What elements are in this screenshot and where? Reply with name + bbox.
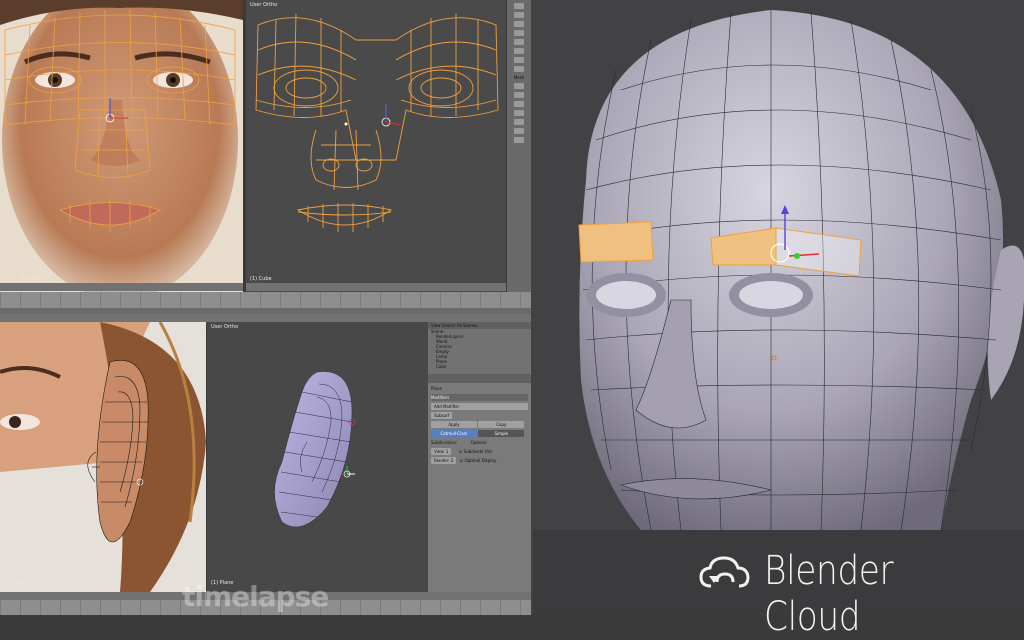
viewport-header-top-middle: ViewSelectObjectObject ModeGlobal: [246, 283, 506, 299]
viewport-header-bottom-left: ViewSelectObjectObject Mode: [0, 592, 206, 608]
subdivisions-label: Subdivisions:: [431, 440, 458, 445]
options-label: Options:: [470, 440, 488, 445]
outliner-scene-select[interactable]: All Scenes: [457, 323, 478, 328]
tool-button[interactable]: [514, 3, 524, 9]
outliner-list: Scene RenderLayers World Camera Empty Lamp Pla…: [428, 329, 531, 369]
modifier-header: Subsurf: [431, 412, 528, 419]
viewport-top-left[interactable]: (1) Cube: [0, 0, 243, 292]
render-level-label: Render:: [434, 458, 450, 463]
branding-title: Blender Cloud: [764, 548, 894, 640]
viewport-bottom-left[interactable]: (1) Plane: [0, 322, 206, 592]
catmull-clark-toggle[interactable]: Catmull-Clark: [431, 430, 477, 437]
ear-reference-image: [0, 322, 206, 592]
render-level-value: 2: [450, 458, 454, 463]
cloud-icon: [699, 556, 750, 588]
modifier-name-field[interactable]: Subsurf: [431, 412, 453, 419]
timeline[interactable]: [0, 292, 531, 308]
tool-button[interactable]: [514, 83, 524, 89]
properties-tabs[interactable]: [428, 374, 531, 383]
bottom-status-bar: [428, 592, 531, 600]
modifier-apply-row: Apply Copy: [431, 421, 528, 428]
copy-button[interactable]: Copy: [478, 421, 525, 428]
settings-labels-row: Subdivisions: Options:: [431, 439, 528, 446]
tool-button[interactable]: [514, 128, 524, 134]
tool-button[interactable]: [514, 137, 524, 143]
viewport-view-label: User Ortho: [211, 324, 239, 330]
tool-button[interactable]: [514, 119, 524, 125]
render-level-row: Render: 2 ☑ Optimal Display: [431, 457, 528, 464]
viewport-name: (1) Plane: [4, 580, 27, 586]
apply-button[interactable]: Apply: [431, 421, 477, 428]
transform-gizmo[interactable]: [344, 104, 402, 127]
outliner: View Search All Scenes Scene RenderLayers…: [428, 322, 531, 374]
outliner-item[interactable]: Cube: [428, 364, 531, 369]
view-level-value: 1: [445, 449, 449, 454]
render-level-field[interactable]: Render: 2: [431, 457, 457, 464]
view-level-row: View: 1 ☑ Subdivide UVs: [431, 448, 528, 455]
wireframe-mesh: [255, 13, 499, 232]
tool-button[interactable]: [514, 30, 524, 36]
add-modifier-button[interactable]: Add Modifier: [431, 403, 528, 410]
viewport-header-top-left: ViewSelectObjectObject ModeGlobal: [0, 283, 243, 299]
viewport-view-label: User Ortho: [250, 2, 278, 8]
properties-editor: Plane Modifiers Add Modifier Subsurf App…: [428, 374, 531, 592]
tool-shelf: Mesh: [507, 0, 531, 300]
tool-button[interactable]: [514, 21, 524, 27]
tool-button[interactable]: [514, 39, 524, 45]
viewport-top-middle[interactable]: User Ortho (1) Cube: [246, 0, 506, 292]
view-level-field[interactable]: View: 1: [431, 448, 452, 455]
head-mesh-render: [531, 0, 1024, 615]
subdivide-uvs-label: Subdivide UVs: [463, 449, 493, 454]
modifiers-panel-title[interactable]: Modifiers: [431, 394, 528, 401]
subdivision-type-row: Catmull-Clark Simple: [431, 430, 528, 437]
add-modifier-label: Add Modifier: [431, 403, 528, 410]
ear-mesh: [274, 371, 356, 528]
optimal-display-checkbox[interactable]: ☑ Optimal Display: [460, 458, 497, 463]
tool-shelf-section: Mesh: [513, 75, 525, 80]
head-render-viewport[interactable]: [531, 0, 1024, 615]
timelapse-watermark: timelapse: [182, 580, 329, 613]
tool-button[interactable]: [514, 101, 524, 107]
tool-button[interactable]: [514, 66, 524, 72]
properties-breadcrumb: Plane: [431, 386, 442, 391]
outliner-view-menu[interactable]: View: [431, 323, 441, 328]
viewport-bottom-middle[interactable]: User Ortho (1) Plane: [207, 322, 428, 592]
simple-toggle[interactable]: Simple: [478, 430, 525, 437]
tool-button[interactable]: [514, 12, 524, 18]
viewport-name: (1) Cube: [20, 276, 42, 282]
outliner-search-menu[interactable]: Search: [442, 323, 456, 328]
optimal-display-label: Optimal Display: [464, 458, 497, 463]
tool-button[interactable]: [514, 92, 524, 98]
tool-button[interactable]: [514, 110, 524, 116]
subdivide-uvs-checkbox[interactable]: ☑ Subdivide UVs: [459, 449, 493, 454]
tool-button[interactable]: [514, 48, 524, 54]
face-reference-image: [0, 0, 243, 292]
view-level-label: View:: [434, 449, 445, 454]
tool-button[interactable]: [514, 57, 524, 63]
outliner-header: View Search All Scenes: [428, 322, 531, 329]
viewport-name: (1) Cube: [250, 276, 272, 282]
